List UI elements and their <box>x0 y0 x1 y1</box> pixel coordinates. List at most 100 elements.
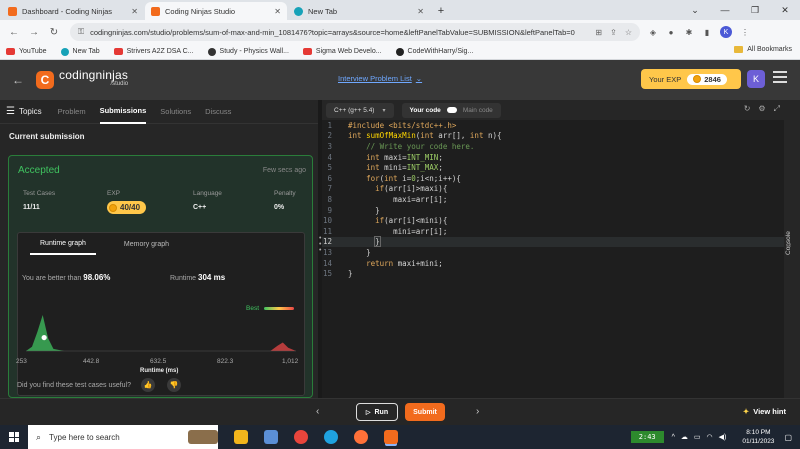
thumbs-up-icon[interactable]: 👍 <box>141 378 156 392</box>
bookmark-new-tab[interactable]: New Tab <box>60 47 100 56</box>
your-exp-badge[interactable]: Your EXP 2846 <box>641 69 741 89</box>
view-hint-button[interactable]: ✦ View hint <box>743 407 786 416</box>
share-icon[interactable]: ⇪ <box>610 28 617 37</box>
camera-app-icon[interactable] <box>264 430 278 444</box>
firefox-icon[interactable] <box>354 430 368 444</box>
volume-icon[interactable]: ◀) <box>719 433 727 441</box>
chrome-icon[interactable] <box>294 430 308 444</box>
profile-avatar[interactable]: K <box>720 26 732 38</box>
battery-icon[interactable]: ▭ <box>694 433 701 441</box>
your-code-label: Your code <box>409 106 441 114</box>
interview-problem-list-link[interactable]: Interview Problem List ⌄ <box>338 74 422 83</box>
submission-time: Few secs ago <box>262 167 306 174</box>
next-problem-icon[interactable]: › <box>476 406 479 417</box>
restore-icon[interactable]: ❐ <box>740 5 770 16</box>
code-editor[interactable]: 1 #include <bits/stdc++.h> 2 int sumOfMaxM… <box>322 120 784 398</box>
extension-icon[interactable]: ◈ <box>648 28 658 37</box>
bookmark-sigma-web[interactable]: Sigma Web Develo... <box>302 48 382 55</box>
taskbar-clock[interactable]: 8:10 PM 01/11/2023 <box>742 428 774 446</box>
close-tab-icon[interactable]: ✕ <box>131 7 138 16</box>
url-input[interactable]: ⚿ codingninjas.com/studio/problems/sum-o… <box>70 23 640 41</box>
x-tick-label: 822.3 <box>217 358 234 365</box>
coding-ninjas-logo[interactable]: C codingninjas /studio <box>36 69 128 89</box>
tab-problem[interactable]: Problem <box>58 100 86 124</box>
runtime-value: 304 ms <box>198 273 226 282</box>
browser-tab-dashboard[interactable]: Dashboard - Coding Ninjas ✕ <box>2 2 144 20</box>
all-bookmarks[interactable]: All Bookmarks <box>734 46 792 53</box>
tab-solutions[interactable]: Solutions <box>160 100 191 124</box>
new-tab-icon <box>60 47 69 56</box>
back-arrow-icon[interactable]: ← <box>12 73 24 87</box>
x-tick-label: 632.5 <box>150 358 167 365</box>
code-line: 13 } <box>322 247 371 257</box>
edge-icon[interactable] <box>324 430 338 444</box>
coin-icon <box>109 203 117 212</box>
submission-result-card: Accepted Few secs ago Test Cases 11/11 E… <box>8 155 313 398</box>
code-line: 4 int maxi=INT_MIN; <box>327 152 443 162</box>
cloud-icon[interactable]: ☁ <box>681 433 688 441</box>
tab-discuss[interactable]: Discuss <box>205 100 231 124</box>
topics-menu-icon: ☰ <box>6 106 15 117</box>
minimize-icon[interactable]: — <box>710 5 740 15</box>
hamburger-menu-icon[interactable] <box>773 71 787 86</box>
runtime-distribution-chart <box>26 315 296 352</box>
console-label[interactable]: Console <box>785 231 792 255</box>
back-arrow-icon[interactable]: ← <box>6 27 22 38</box>
notifications-icon[interactable]: ▢ <box>784 433 792 442</box>
reset-code-icon[interactable]: ↻ <box>744 104 751 114</box>
translate-icon[interactable]: ⊞ <box>595 28 602 37</box>
side-panel-icon[interactable]: ▮ <box>702 28 712 37</box>
tab-memory-graph[interactable]: Memory graph <box>114 233 179 255</box>
youtube-icon <box>6 48 15 55</box>
tab-runtime-graph[interactable]: Runtime graph <box>30 233 96 255</box>
windows-start-icon[interactable] <box>0 425 28 449</box>
toggle-switch[interactable] <box>446 107 457 113</box>
close-tab-icon[interactable]: ✕ <box>417 7 424 16</box>
bookmark-strivers[interactable]: Strivers A2Z DSA C... <box>113 48 194 55</box>
forward-arrow-icon[interactable]: → <box>26 27 42 38</box>
close-window-icon[interactable]: ✕ <box>770 5 800 16</box>
browser-tab-studio[interactable]: Coding Ninjas Studio ✕ <box>145 2 287 20</box>
code-view-toggle[interactable]: Your code Main code <box>401 102 501 118</box>
performance-graph-box: Runtime graph Memory graph You are bette… <box>16 232 305 396</box>
extension-icon[interactable]: ● <box>666 28 676 37</box>
previous-problem-icon[interactable]: ‹ <box>316 406 319 417</box>
timer-widget[interactable]: 2:43 <box>630 431 664 443</box>
file-explorer-icon[interactable] <box>234 430 248 444</box>
chevron-down-icon: ⌄ <box>415 74 423 83</box>
close-tab-icon[interactable]: ✕ <box>274 7 281 16</box>
language-select[interactable]: C++ (g++ 5.4) ▾ <box>326 102 394 118</box>
url-text: codingninjas.com/studio/problems/sum-of-… <box>90 27 575 37</box>
stat-test-cases: Test Cases 11/11 <box>23 190 56 211</box>
browser-tab-new[interactable]: New Tab ✕ <box>288 2 430 20</box>
settings-gear-icon[interactable]: ⚙ <box>758 104 765 114</box>
code-line: 14 return maxi+mini; <box>322 258 443 268</box>
coding-ninjas-app-icon[interactable] <box>384 430 398 444</box>
code-line: 11 mini=arr[i]; <box>322 226 448 236</box>
chevron-up-icon[interactable]: ^ <box>672 434 675 441</box>
tab-search-chevron-icon[interactable]: ⌄ <box>680 5 710 16</box>
topics-toggle[interactable]: ☰ Topics <box>6 106 42 117</box>
bookmark-star-icon[interactable]: ☆ <box>625 28 632 37</box>
submit-button[interactable]: Submit <box>405 403 445 421</box>
more-menu-icon[interactable]: ⋮ <box>740 28 750 37</box>
wifi-icon[interactable]: ◠ <box>707 433 713 441</box>
site-info-icon[interactable]: ⚿ <box>78 27 84 37</box>
code-line: 7 if(arr[i]>maxi){ <box>327 184 448 194</box>
left-panel-tabs: ☰ Topics Problem Submissions Solutions Di… <box>0 100 318 124</box>
code-line: 10 if(arr[i]<mini){ <box>322 216 448 226</box>
search-highlight-icon[interactable] <box>188 430 218 444</box>
bookmark-physics-wallah[interactable]: Study - Physics Wall... <box>207 47 289 56</box>
bookmarks-bar: YouTube New Tab Strivers A2Z DSA C... St… <box>0 44 800 60</box>
run-button[interactable]: ▷ Run <box>356 403 398 421</box>
user-avatar[interactable]: K <box>747 70 765 88</box>
tab-submissions[interactable]: Submissions <box>99 100 147 124</box>
thumbs-down-icon[interactable]: 👎 <box>167 378 182 392</box>
fullscreen-icon[interactable]: ⤢ <box>774 104 780 114</box>
bookmark-codewithharry[interactable]: CodeWithHarry/Sig... <box>395 47 473 56</box>
reload-icon[interactable]: ↻ <box>46 27 62 38</box>
coin-icon <box>693 75 702 83</box>
bookmark-youtube[interactable]: YouTube <box>6 48 47 55</box>
new-tab-plus-icon[interactable]: + <box>433 3 449 19</box>
puzzle-extensions-icon[interactable]: ✱ <box>684 28 694 37</box>
